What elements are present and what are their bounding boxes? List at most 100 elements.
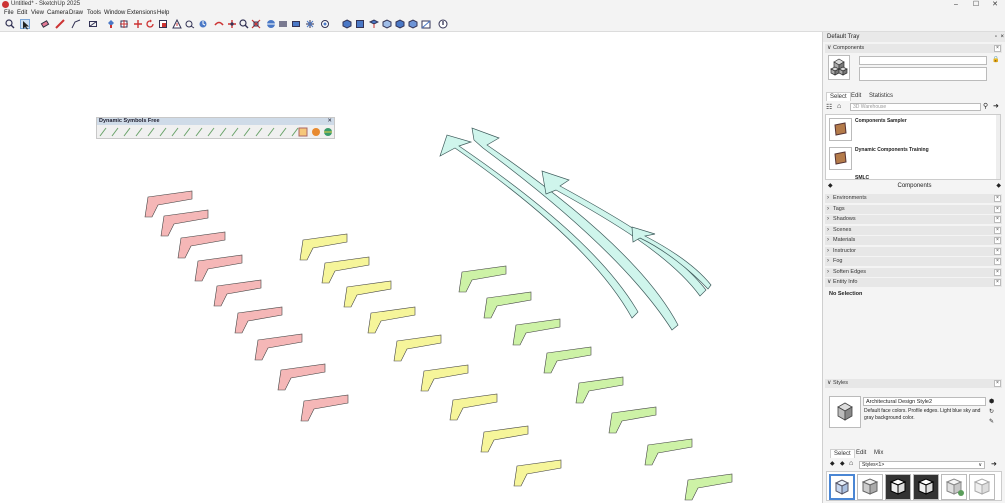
curved-arrow-group[interactable] bbox=[439, 127, 712, 331]
layers-icon[interactable] bbox=[278, 19, 288, 29]
line-icon[interactable] bbox=[71, 19, 81, 29]
maximize-button[interactable]: ☐ bbox=[966, 0, 986, 9]
section-materials[interactable]: › Materials × bbox=[825, 236, 1002, 245]
menu-view[interactable]: View bbox=[31, 9, 44, 17]
orbit-icon[interactable] bbox=[227, 19, 237, 29]
scale-icon[interactable] bbox=[145, 19, 155, 29]
nav-forward-icon[interactable]: ◆ bbox=[996, 182, 1001, 191]
section-close-icon[interactable]: × bbox=[994, 195, 1001, 202]
tab-edit[interactable]: Edit bbox=[848, 92, 864, 101]
styles-tab-select[interactable]: Select bbox=[830, 449, 855, 458]
section-soften-edges[interactable]: › Soften Edges × bbox=[825, 268, 1002, 277]
front-icon[interactable] bbox=[369, 19, 379, 29]
section-close-icon[interactable]: × bbox=[994, 279, 1001, 286]
styles-tab-mix[interactable]: Mix bbox=[871, 449, 886, 458]
menu-window[interactable]: Window bbox=[104, 9, 125, 17]
text-icon[interactable] bbox=[214, 19, 224, 29]
lock-icon[interactable]: 🔒 bbox=[992, 56, 999, 63]
nav-back-icon[interactable]: ◆ bbox=[830, 460, 835, 467]
components-list[interactable]: Components Sampler Dynamic Components Tr… bbox=[825, 114, 1001, 181]
component-name-field[interactable] bbox=[859, 56, 987, 65]
styles-section-header[interactable]: ∨ Styles × bbox=[825, 379, 1002, 388]
components-close-icon[interactable]: × bbox=[994, 45, 1001, 52]
styles-collection-dropdown[interactable]: Styles<1> ∨ bbox=[859, 461, 985, 469]
section-close-icon[interactable]: × bbox=[994, 248, 1001, 255]
offset-icon[interactable] bbox=[158, 19, 168, 29]
push-pull-icon[interactable] bbox=[106, 19, 116, 29]
section-close-icon[interactable]: × bbox=[994, 258, 1001, 265]
section-icon[interactable] bbox=[266, 19, 276, 29]
menu-edit[interactable]: Edit bbox=[17, 9, 27, 17]
tab-statistics[interactable]: Statistics bbox=[866, 92, 896, 101]
section-tags[interactable]: › Tags × bbox=[825, 205, 1002, 214]
section-close-icon[interactable]: × bbox=[994, 237, 1001, 244]
style-thumb[interactable] bbox=[885, 474, 911, 500]
dynamic-toolbar-close-icon[interactable]: ✕ bbox=[327, 118, 332, 125]
dimension-icon[interactable] bbox=[198, 19, 208, 29]
style-name-field[interactable]: Architectural Design Style2 bbox=[863, 397, 986, 406]
views-icon[interactable] bbox=[421, 19, 431, 29]
model-viewport[interactable]: Dynamic Symbols Free ✕ bbox=[0, 32, 822, 503]
section-close-icon[interactable]: × bbox=[994, 269, 1001, 276]
close-button[interactable]: ✕ bbox=[985, 0, 1005, 9]
section-instructor[interactable]: › Instructor × bbox=[825, 247, 1002, 256]
styles-tab-edit[interactable]: Edit bbox=[853, 449, 869, 458]
green-chevron-group[interactable] bbox=[458, 265, 733, 501]
view-options-icon[interactable]: ☷ bbox=[826, 103, 832, 111]
section-environments[interactable]: › Environments × bbox=[825, 194, 1002, 203]
pencil-icon[interactable] bbox=[55, 19, 65, 29]
style-refresh-icon[interactable]: ↻ bbox=[989, 408, 994, 415]
search-icon[interactable]: ⚲ bbox=[983, 102, 988, 110]
section-entity-info[interactable]: ∨ Entity Info × bbox=[825, 278, 1002, 287]
zoom-extents-icon[interactable] bbox=[251, 19, 261, 29]
list-item[interactable]: Components Sampler bbox=[855, 118, 907, 124]
details-arrow-icon[interactable]: ➜ bbox=[993, 102, 999, 110]
menu-file[interactable]: File bbox=[4, 9, 14, 17]
back-icon[interactable] bbox=[395, 19, 405, 29]
red-chevron-group[interactable] bbox=[144, 190, 349, 422]
styles-icon[interactable] bbox=[305, 19, 315, 29]
move-icon[interactable] bbox=[119, 19, 129, 29]
nav-back-icon[interactable]: ◆ bbox=[828, 182, 833, 191]
tab-select[interactable]: Select bbox=[826, 92, 851, 101]
dynamic-symbols-icons[interactable] bbox=[97, 125, 334, 138]
section-close-icon[interactable]: × bbox=[994, 227, 1001, 234]
components-search-input[interactable]: 3D Warehouse bbox=[850, 103, 981, 111]
shadows-icon[interactable] bbox=[320, 19, 330, 29]
details-arrow-icon[interactable]: ➜ bbox=[991, 460, 997, 468]
rectangle-icon[interactable] bbox=[88, 19, 98, 29]
list-item[interactable]: SMLC bbox=[855, 175, 869, 181]
tray-pin-icon[interactable]: ▫ bbox=[995, 32, 997, 42]
style-thumb[interactable] bbox=[857, 474, 883, 500]
style-update-icon[interactable]: ⬢ bbox=[989, 398, 994, 405]
menu-camera[interactable]: Camera bbox=[47, 9, 68, 17]
dynamic-symbols-toolbar[interactable]: Dynamic Symbols Free ✕ bbox=[96, 117, 335, 139]
style-thumb[interactable] bbox=[913, 474, 939, 500]
tape-icon[interactable] bbox=[172, 19, 182, 29]
menu-tools[interactable]: Tools bbox=[87, 9, 101, 17]
menu-extensions[interactable]: Extensions bbox=[127, 9, 156, 17]
warehouse-icon[interactable] bbox=[438, 19, 448, 29]
model-scene[interactable] bbox=[0, 32, 822, 503]
eraser-icon[interactable] bbox=[40, 19, 50, 29]
component-description-field[interactable] bbox=[859, 67, 987, 81]
select-icon[interactable] bbox=[20, 19, 30, 30]
style-thumb[interactable] bbox=[969, 474, 995, 500]
components-sampler-thumb[interactable] bbox=[829, 118, 852, 141]
menu-help[interactable]: Help bbox=[157, 9, 169, 17]
top-icon[interactable] bbox=[355, 19, 365, 29]
protractor-icon[interactable] bbox=[185, 19, 195, 29]
list-item[interactable]: Dynamic Components Training bbox=[855, 147, 929, 153]
section-close-icon[interactable]: × bbox=[994, 206, 1001, 213]
dynamic-training-thumb[interactable] bbox=[829, 147, 852, 170]
section-scenes[interactable]: › Scenes × bbox=[825, 226, 1002, 235]
style-thumb[interactable] bbox=[941, 474, 967, 500]
components-icon[interactable] bbox=[291, 19, 301, 29]
iso-icon[interactable] bbox=[342, 19, 352, 29]
section-close-icon[interactable]: × bbox=[994, 216, 1001, 223]
section-fog[interactable]: › Fog × bbox=[825, 257, 1002, 266]
style-thumb[interactable] bbox=[829, 474, 855, 500]
right-icon[interactable] bbox=[382, 19, 392, 29]
styles-grid[interactable] bbox=[826, 471, 1002, 501]
section-shadows[interactable]: › Shadows × bbox=[825, 215, 1002, 224]
